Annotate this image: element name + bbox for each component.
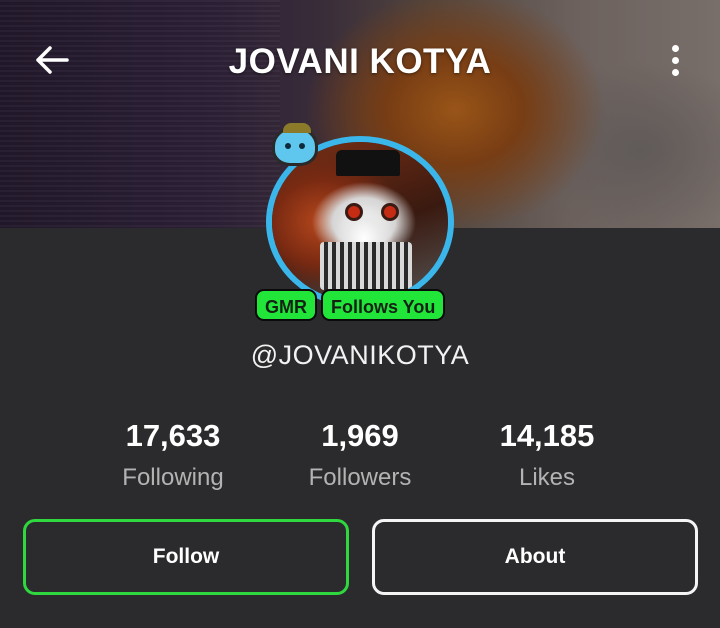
avatar-bars	[320, 242, 412, 290]
robot-badge-icon	[272, 123, 318, 166]
avatar-eye-left	[348, 206, 360, 218]
profile-stats: 17,633 Following 1,969 Followers 14,185 …	[0, 418, 720, 498]
badge-follows-you: Follows You	[321, 289, 446, 321]
follow-button[interactable]: Follow	[23, 519, 349, 595]
avatar-hat	[336, 150, 400, 176]
avatar-image	[272, 142, 448, 302]
page-title: JOVANI KOTYA	[228, 42, 492, 81]
avatar[interactable]	[264, 123, 456, 310]
badge-gmr: GMR	[255, 289, 317, 321]
top-bar: JOVANI KOTYA	[0, 0, 720, 120]
profile-handle: @JOVANIKOTYA	[250, 340, 470, 370]
stat-followers-label: Followers	[308, 464, 412, 491]
about-button[interactable]: About	[372, 519, 698, 595]
stat-following[interactable]: 17,633 Following	[78, 418, 268, 492]
profile-badges: GMR Follows You	[255, 289, 446, 321]
stat-likes-value: 14,185	[499, 418, 595, 453]
stat-likes-label: Likes	[518, 464, 576, 491]
more-vertical-icon	[671, 44, 679, 52]
stat-following-value: 17,633	[125, 418, 221, 453]
stat-following-label: Following	[122, 464, 224, 491]
avatar-eye-right	[384, 206, 396, 218]
stat-likes[interactable]: 14,185 Likes	[452, 418, 642, 492]
stat-followers-value: 1,969	[321, 418, 399, 453]
more-options-button[interactable]	[660, 40, 690, 80]
stat-followers[interactable]: 1,969 Followers	[265, 418, 455, 492]
